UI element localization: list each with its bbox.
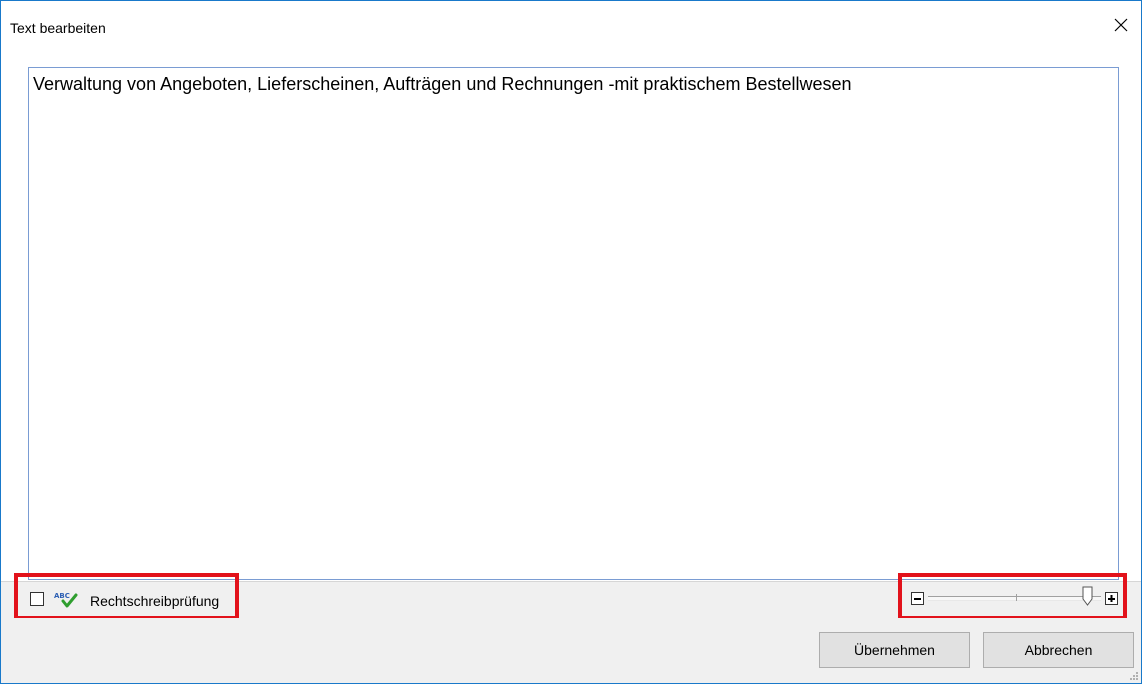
cancel-button[interactable]: Abbrechen [983, 632, 1134, 668]
zoom-control [898, 573, 1127, 620]
close-button[interactable] [1111, 15, 1131, 35]
zoom-in-button[interactable] [1105, 592, 1118, 605]
zoom-slider-tick [1016, 594, 1017, 601]
zoom-out-button[interactable] [911, 592, 924, 605]
svg-text:ABC: ABC [54, 592, 70, 600]
close-icon [1114, 18, 1128, 32]
title-bar: Text bearbeiten [1, 1, 1141, 59]
resize-grip-icon[interactable] [1129, 671, 1139, 681]
spellcheck-checkbox[interactable] [30, 592, 44, 606]
editor-content: Verwaltung von Angeboten, Lieferscheinen… [33, 74, 852, 94]
dialog-title: Text bearbeiten [10, 20, 106, 36]
minus-icon [914, 598, 921, 600]
dialog-footer: Übernehmen Abbrechen [1, 618, 1141, 683]
apply-button[interactable]: Übernehmen [819, 632, 970, 668]
zoom-slider-track[interactable] [928, 596, 1101, 601]
spellcheck-group: ABC Rechtschreibprüfung [14, 573, 239, 620]
plus-icon [1108, 595, 1115, 602]
zoom-slider-thumb[interactable] [1082, 586, 1093, 606]
edit-text-dialog: Text bearbeiten Verwaltung von Angeboten… [0, 0, 1142, 684]
text-editor[interactable]: Verwaltung von Angeboten, Lieferscheinen… [28, 67, 1119, 580]
spellcheck-label[interactable]: Rechtschreibprüfung [90, 593, 219, 609]
spellcheck-icon: ABC [54, 592, 78, 608]
